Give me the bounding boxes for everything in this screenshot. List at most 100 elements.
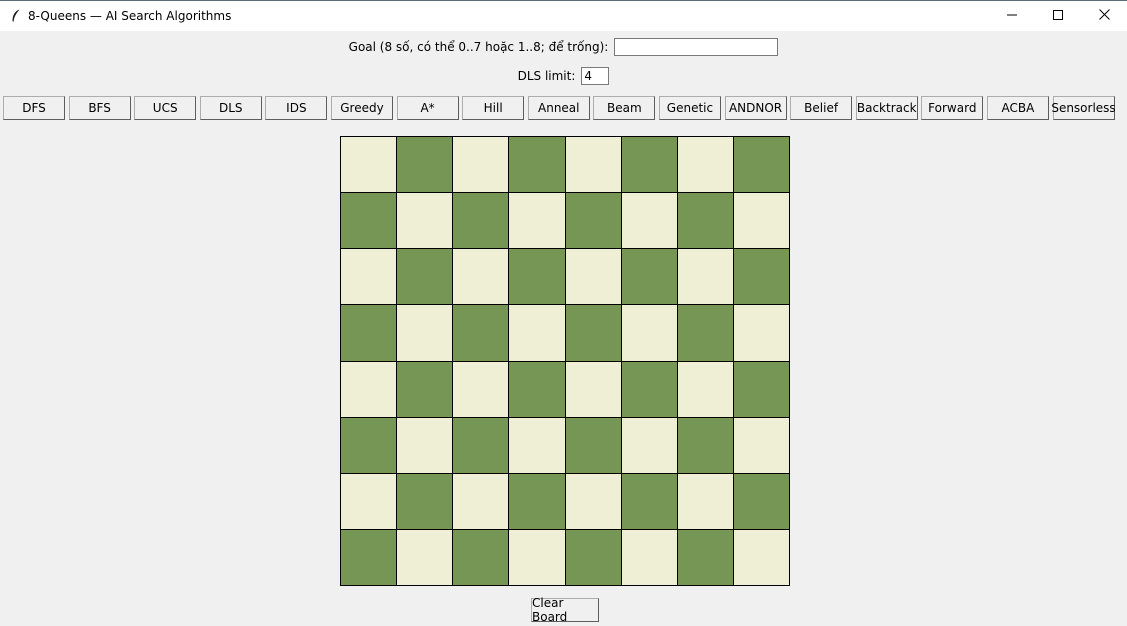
- board-square[interactable]: [508, 472, 565, 529]
- close-icon: [1098, 9, 1110, 23]
- board-square[interactable]: [676, 360, 733, 417]
- algo-button-acba[interactable]: ACBA: [986, 96, 1049, 120]
- board-square[interactable]: [508, 136, 565, 193]
- algo-button-genetic[interactable]: Genetic: [658, 96, 721, 120]
- board-square[interactable]: [396, 136, 453, 193]
- algo-button-forward[interactable]: Forward: [921, 96, 984, 120]
- board-square[interactable]: [340, 416, 397, 473]
- board-square[interactable]: [396, 528, 453, 585]
- board-square[interactable]: [564, 136, 621, 193]
- board-square[interactable]: [452, 528, 509, 585]
- board-square[interactable]: [396, 472, 453, 529]
- board-square[interactable]: [452, 360, 509, 417]
- algo-button-belief[interactable]: Belief: [790, 96, 853, 120]
- algo-button-beam[interactable]: Beam: [593, 96, 656, 120]
- board-square[interactable]: [620, 416, 677, 473]
- board-square[interactable]: [732, 136, 789, 193]
- board-square[interactable]: [620, 192, 677, 249]
- dls-limit-label: DLS limit:: [517, 69, 576, 83]
- algo-button-greedy[interactable]: Greedy: [330, 96, 393, 120]
- board-square[interactable]: [564, 472, 621, 529]
- board-square[interactable]: [732, 528, 789, 585]
- board-square[interactable]: [620, 248, 677, 305]
- goal-input[interactable]: [614, 38, 779, 56]
- board-square[interactable]: [564, 304, 621, 361]
- board-square[interactable]: [620, 304, 677, 361]
- board-square[interactable]: [452, 472, 509, 529]
- board-square[interactable]: [396, 416, 453, 473]
- board-square[interactable]: [676, 528, 733, 585]
- minimize-icon: [1007, 9, 1017, 23]
- algo-button-dfs[interactable]: DFS: [3, 96, 65, 120]
- board-square[interactable]: [396, 192, 453, 249]
- algo-button-a-star[interactable]: A*: [396, 96, 459, 120]
- algo-button-backtrack[interactable]: Backtrack: [855, 96, 918, 120]
- board-square[interactable]: [564, 248, 621, 305]
- board-square[interactable]: [340, 248, 397, 305]
- algo-button-anneal[interactable]: Anneal: [527, 96, 590, 120]
- board-square[interactable]: [620, 136, 677, 193]
- board-square[interactable]: [676, 304, 733, 361]
- algo-button-ucs[interactable]: UCS: [134, 96, 197, 120]
- algo-button-dls[interactable]: DLS: [199, 96, 262, 120]
- board-square[interactable]: [340, 528, 397, 585]
- maximize-icon: [1053, 9, 1063, 23]
- board-square[interactable]: [452, 136, 509, 193]
- title-bar[interactable]: 8-Queens — AI Search Algorithms: [0, 1, 1127, 31]
- chess-board[interactable]: [340, 136, 790, 586]
- algo-button-bfs[interactable]: BFS: [68, 96, 131, 120]
- board-square[interactable]: [676, 472, 733, 529]
- board-square[interactable]: [564, 360, 621, 417]
- board-square[interactable]: [620, 360, 677, 417]
- board-square[interactable]: [508, 360, 565, 417]
- board-square[interactable]: [732, 248, 789, 305]
- dls-row: DLS limit:: [0, 66, 1127, 86]
- algo-button-andnor[interactable]: ANDNOR: [724, 96, 787, 120]
- board-square[interactable]: [676, 192, 733, 249]
- window-title: 8-Queens — AI Search Algorithms: [28, 9, 232, 23]
- app-window: 8-Queens — AI Search Algorithms Goal (8 …: [0, 0, 1127, 626]
- board-square[interactable]: [452, 248, 509, 305]
- board-square[interactable]: [564, 192, 621, 249]
- board-square[interactable]: [508, 528, 565, 585]
- board-square[interactable]: [508, 416, 565, 473]
- board-square[interactable]: [732, 304, 789, 361]
- board-square[interactable]: [676, 248, 733, 305]
- board-square[interactable]: [396, 360, 453, 417]
- board-square[interactable]: [676, 136, 733, 193]
- board-square[interactable]: [732, 472, 789, 529]
- board-square[interactable]: [340, 192, 397, 249]
- board-square[interactable]: [732, 192, 789, 249]
- board-square[interactable]: [340, 136, 397, 193]
- board-square[interactable]: [340, 360, 397, 417]
- board-square[interactable]: [732, 416, 789, 473]
- algo-button-ids[interactable]: IDS: [265, 96, 328, 120]
- board-square[interactable]: [620, 472, 677, 529]
- board-square[interactable]: [620, 528, 677, 585]
- goal-label: Goal (8 số, có thể 0..7 hoặc 1..8; để tr…: [348, 40, 609, 54]
- window-controls: [989, 1, 1127, 31]
- board-square[interactable]: [508, 304, 565, 361]
- feather-icon: [6, 1, 26, 31]
- board-square[interactable]: [396, 304, 453, 361]
- dls-limit-input[interactable]: [581, 67, 610, 85]
- clear-board-button[interactable]: Clear Board: [531, 596, 599, 624]
- algo-button-hill[interactable]: Hill: [462, 96, 525, 120]
- board-square[interactable]: [396, 248, 453, 305]
- board-square[interactable]: [340, 304, 397, 361]
- algo-button-sensorless[interactable]: Sensorless: [1051, 96, 1116, 120]
- board-square[interactable]: [340, 472, 397, 529]
- board-square[interactable]: [564, 416, 621, 473]
- algorithm-toolbar: DFS BFS UCS DLS IDS Greedy A* Hill Anneal Beam Gen…: [3, 96, 1118, 120]
- board-square[interactable]: [508, 248, 565, 305]
- board-square[interactable]: [452, 304, 509, 361]
- board-square[interactable]: [676, 416, 733, 473]
- board-square[interactable]: [452, 192, 509, 249]
- board-square[interactable]: [508, 192, 565, 249]
- minimize-button[interactable]: [989, 1, 1035, 31]
- board-square[interactable]: [732, 360, 789, 417]
- board-square[interactable]: [564, 528, 621, 585]
- close-button[interactable]: [1081, 1, 1127, 31]
- maximize-button[interactable]: [1035, 1, 1081, 31]
- board-square[interactable]: [452, 416, 509, 473]
